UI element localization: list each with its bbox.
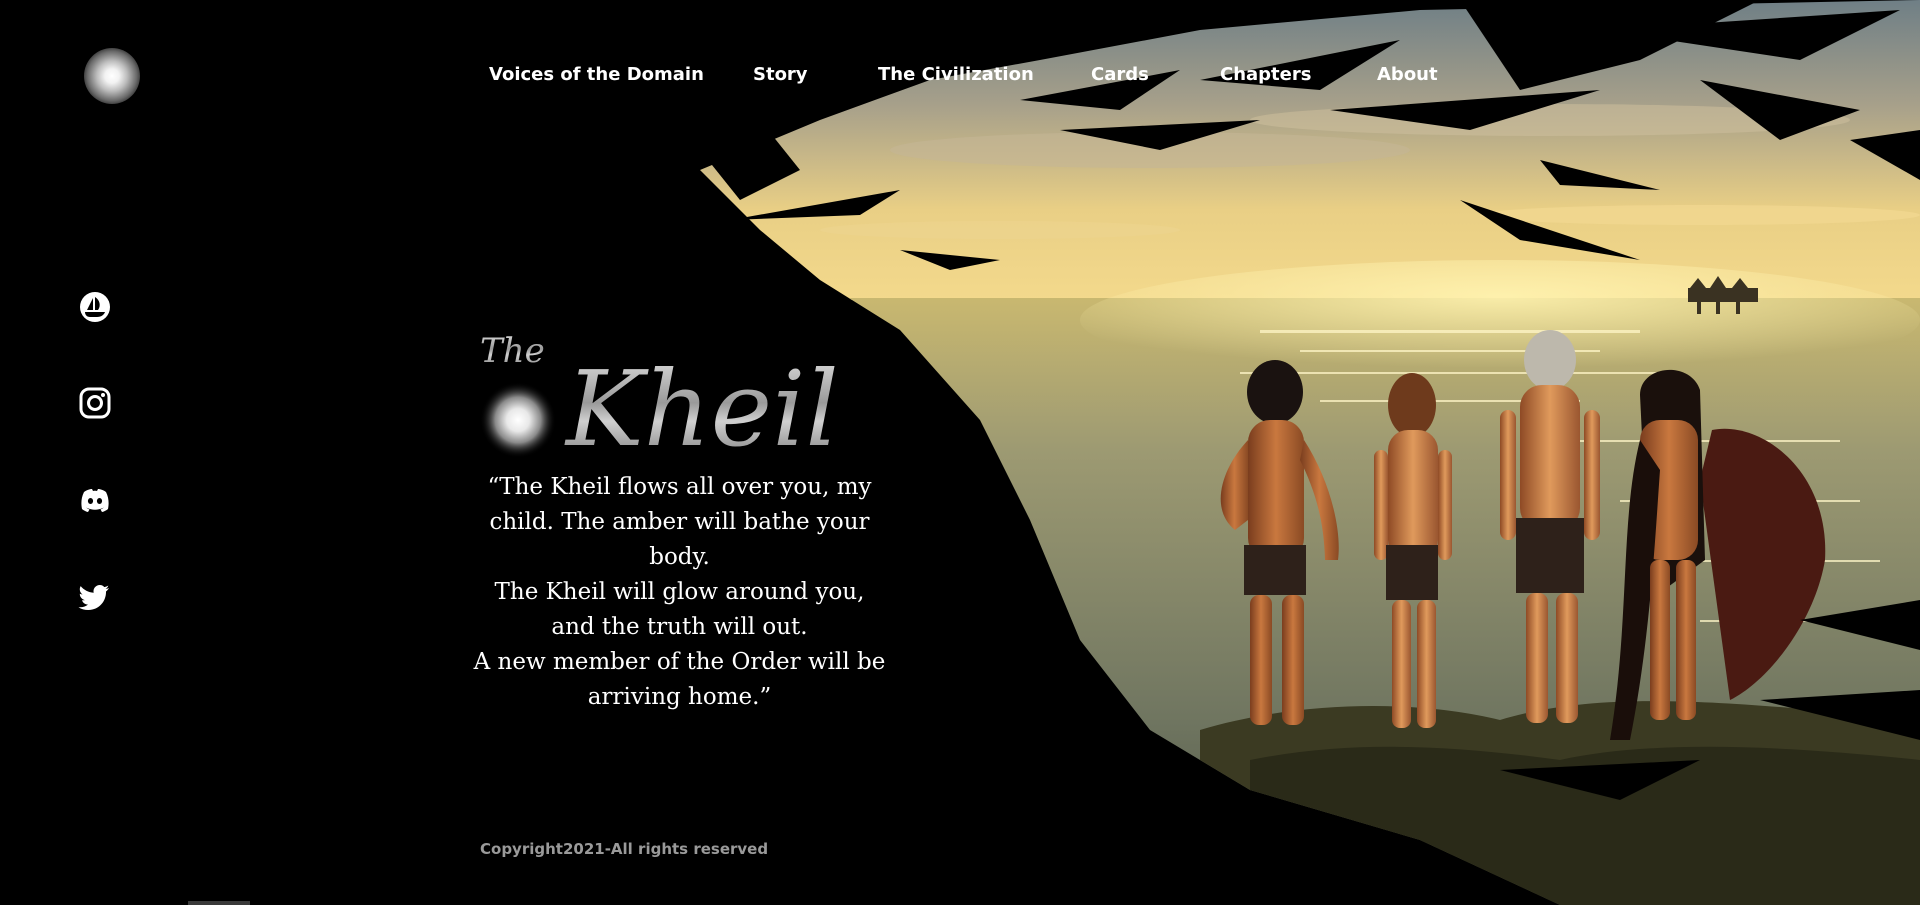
nav-item-story[interactable]: Story xyxy=(753,62,808,88)
title-main: Kheil xyxy=(564,348,839,460)
twitter-icon[interactable] xyxy=(78,580,112,614)
horizontal-scrollbar[interactable] xyxy=(188,901,250,905)
top-nav: Voices of the Domain Story The Civilizat… xyxy=(0,62,1920,92)
nav-item-about[interactable]: About xyxy=(1377,62,1438,88)
quote-line: body. xyxy=(649,544,710,570)
copyright-text: Copyright2021-All rights reserved xyxy=(480,840,769,858)
nav-item-cards[interactable]: Cards xyxy=(1091,62,1149,88)
nav-item-the-civilization[interactable]: The Civilization xyxy=(878,62,1034,88)
quote-line: A new member of the Order will be xyxy=(473,649,886,675)
hero-image xyxy=(700,0,1920,905)
nav-item-voices-of-the-domain[interactable]: Voices of the Domain xyxy=(489,62,704,88)
quote-line: child. The amber will bathe your xyxy=(489,509,870,535)
page: Voices of the Domain Story The Civilizat… xyxy=(0,0,1920,905)
nav-item-chapters[interactable]: Chapters xyxy=(1220,62,1311,88)
quote-line: and the truth will out. xyxy=(551,614,808,640)
hero-quote: “The Kheil flows all over you, my child.… xyxy=(472,470,887,715)
kheil-title-logo: The Kheil xyxy=(480,331,839,460)
opensea-icon[interactable] xyxy=(78,290,112,324)
quote-line: The Kheil will glow around you, xyxy=(494,579,865,605)
instagram-icon[interactable] xyxy=(78,386,112,420)
title-prefix: The xyxy=(480,331,545,371)
discord-icon[interactable] xyxy=(78,483,112,517)
quote-line: “The Kheil flows all over you, my xyxy=(487,474,872,500)
quote-line: arriving home.” xyxy=(587,684,772,710)
